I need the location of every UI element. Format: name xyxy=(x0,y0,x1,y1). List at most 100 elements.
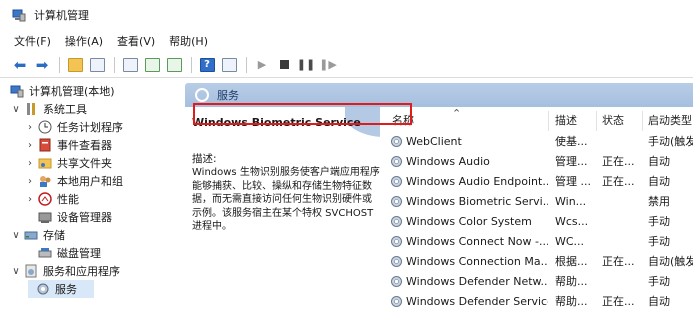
tree-item-local-users[interactable]: › 本地用户和组 xyxy=(24,172,123,190)
service-row[interactable]: Windows Connection Ma... 根据... 正在... 自动(触发 xyxy=(380,251,693,271)
menu-help[interactable]: 帮助(H) xyxy=(169,33,208,49)
services-header-title: 服务 xyxy=(217,89,239,102)
tree-label: 设备管理器 xyxy=(57,211,112,224)
service-status xyxy=(602,131,642,151)
tree-item-storage[interactable]: ∨ 存储 xyxy=(10,226,65,244)
column-separator[interactable] xyxy=(548,111,549,131)
restart-icon[interactable]: ❚▶ xyxy=(318,55,338,75)
service-description: 根据... xyxy=(555,255,588,268)
window-title: 计算机管理 xyxy=(34,9,89,22)
service-name-cell: Windows Color System xyxy=(390,211,548,231)
tree-item-task-scheduler[interactable]: › 任务计划程序 xyxy=(24,118,123,136)
forward-icon[interactable]: ➡ xyxy=(32,55,52,75)
tree-label: 任务计划程序 xyxy=(57,121,123,134)
service-description: 使基... xyxy=(555,135,588,148)
properties-icon[interactable] xyxy=(120,55,140,75)
chevron-right-icon[interactable]: › xyxy=(24,122,36,133)
service-name-cell: Windows Audio xyxy=(390,151,548,171)
service-status: 正在... xyxy=(602,255,635,268)
description-text: Windows 生物识别服务使客户端应用程序能够捕获、比较、操纵和存储生物特征数… xyxy=(192,167,380,233)
stop-icon[interactable] xyxy=(274,55,294,75)
service-row[interactable]: Windows Color System Wcs... 手动 xyxy=(380,211,693,231)
service-row[interactable]: Windows Audio 管理... 正在... 自动 xyxy=(380,151,693,171)
service-row[interactable]: Windows Connect Now -... WC... 手动 xyxy=(380,231,693,251)
service-startup-type: 自动(触发 xyxy=(648,255,693,268)
service-name: Windows Biometric Servi... xyxy=(406,194,548,208)
chevron-right-icon[interactable]: › xyxy=(24,194,36,205)
service-status: 正在... xyxy=(602,175,635,188)
refresh-icon[interactable] xyxy=(142,55,162,75)
service-row[interactable]: WebClient 使基... 手动(触发 xyxy=(380,131,693,151)
chevron-down-icon[interactable]: ∨ xyxy=(10,104,22,115)
menu-view[interactable]: 查看(V) xyxy=(117,33,155,49)
description-label: 描述: xyxy=(192,153,217,165)
service-row[interactable]: Windows Defender Netw... 帮助... 手动 xyxy=(380,271,693,291)
column-header-description[interactable]: 描述 xyxy=(555,107,595,131)
users-icon xyxy=(38,174,52,188)
menu-action[interactable]: 操作(A) xyxy=(65,33,103,49)
service-name-cell: Windows Connect Now -... xyxy=(390,231,548,251)
service-description: 帮助... xyxy=(555,295,588,308)
service-name: Windows Defender Service xyxy=(406,294,548,308)
pause-icon[interactable]: ❚❚ xyxy=(296,55,316,75)
service-row[interactable]: Windows Defender Service 帮助... 正在... 自动 xyxy=(380,291,693,311)
service-status: 正在... xyxy=(602,295,635,308)
service-name: Windows Audio xyxy=(406,154,490,168)
column-header-status[interactable]: 状态 xyxy=(602,107,642,131)
tree-label: 系统工具 xyxy=(43,103,87,116)
selected-service-title: Windows Biometric Service xyxy=(192,116,361,129)
toolbar-separator xyxy=(59,56,60,73)
service-gear-icon xyxy=(390,195,403,208)
folder-icon[interactable] xyxy=(65,55,85,75)
service-name-cell: Windows Defender Netw... xyxy=(390,271,548,291)
menu-file[interactable]: 文件(F) xyxy=(14,33,51,49)
service-name: Windows Audio Endpoint... xyxy=(406,174,548,188)
service-description: 帮助... xyxy=(555,275,588,288)
services-pane: 服务 Windows Biometric Service 描述: Windows… xyxy=(185,83,693,311)
chevron-right-icon[interactable]: › xyxy=(24,176,36,187)
column-separator[interactable] xyxy=(642,111,643,131)
tree-item-root[interactable]: 计算机管理(本地) xyxy=(10,82,115,100)
console-icon[interactable] xyxy=(87,55,107,75)
column-separator[interactable] xyxy=(596,111,597,131)
title-bar: 计算机管理 xyxy=(0,0,693,30)
computer-management-icon xyxy=(10,84,24,98)
column-header-name[interactable]: 名称 xyxy=(392,107,542,131)
tree-label: 服务和应用程序 xyxy=(43,265,120,278)
play-icon[interactable]: ▶ xyxy=(252,55,272,75)
view-icon[interactable] xyxy=(219,55,239,75)
service-name: Windows Color System xyxy=(406,214,532,228)
storage-icon xyxy=(24,228,38,242)
column-header-startup-type[interactable]: 启动类型 xyxy=(648,107,693,131)
export-icon[interactable] xyxy=(164,55,184,75)
help-icon[interactable]: ? xyxy=(197,55,217,75)
services-apps-icon xyxy=(24,264,38,278)
tree-item-disk-management[interactable]: 磁盘管理 xyxy=(38,244,101,262)
services-header: 服务 xyxy=(185,83,693,107)
disk-icon xyxy=(38,246,52,260)
chevron-right-icon[interactable]: › xyxy=(24,158,36,169)
clock-icon xyxy=(38,120,52,134)
chevron-down-icon[interactable]: ∨ xyxy=(10,266,22,277)
toolbar: ⬅ ➡ ? ▶ ❚❚ ❚▶ xyxy=(0,52,693,78)
chevron-down-icon[interactable]: ∨ xyxy=(10,230,22,241)
computer-management-icon xyxy=(12,8,26,22)
tree-item-services-apps[interactable]: ∨ 服务和应用程序 xyxy=(10,262,120,280)
gear-icon xyxy=(195,88,209,102)
service-description: Wcs... xyxy=(555,214,589,228)
tree-label: 存储 xyxy=(43,229,65,242)
service-startup-type: 手动 xyxy=(648,275,670,288)
tree-label: 性能 xyxy=(57,193,79,206)
service-name-cell: Windows Defender Service xyxy=(390,291,548,311)
tree-item-performance[interactable]: › 性能 xyxy=(24,190,79,208)
service-row[interactable]: Windows Biometric Servi... Win... 禁用 xyxy=(380,191,693,211)
tree-item-shared-folders[interactable]: › 共享文件夹 xyxy=(24,154,112,172)
tree-item-device-manager[interactable]: 设备管理器 xyxy=(38,208,112,226)
tree-item-event-viewer[interactable]: › 事件查看器 xyxy=(24,136,112,154)
tree-item-system-tools[interactable]: ∨ 系统工具 xyxy=(10,100,87,118)
tree-item-services[interactable]: 服务 xyxy=(28,280,94,298)
toolbar-separator xyxy=(114,56,115,73)
chevron-right-icon[interactable]: › xyxy=(24,140,36,151)
service-row[interactable]: Windows Audio Endpoint... 管理 ... 正在... 自动 xyxy=(380,171,693,191)
back-icon[interactable]: ⬅ xyxy=(10,55,30,75)
